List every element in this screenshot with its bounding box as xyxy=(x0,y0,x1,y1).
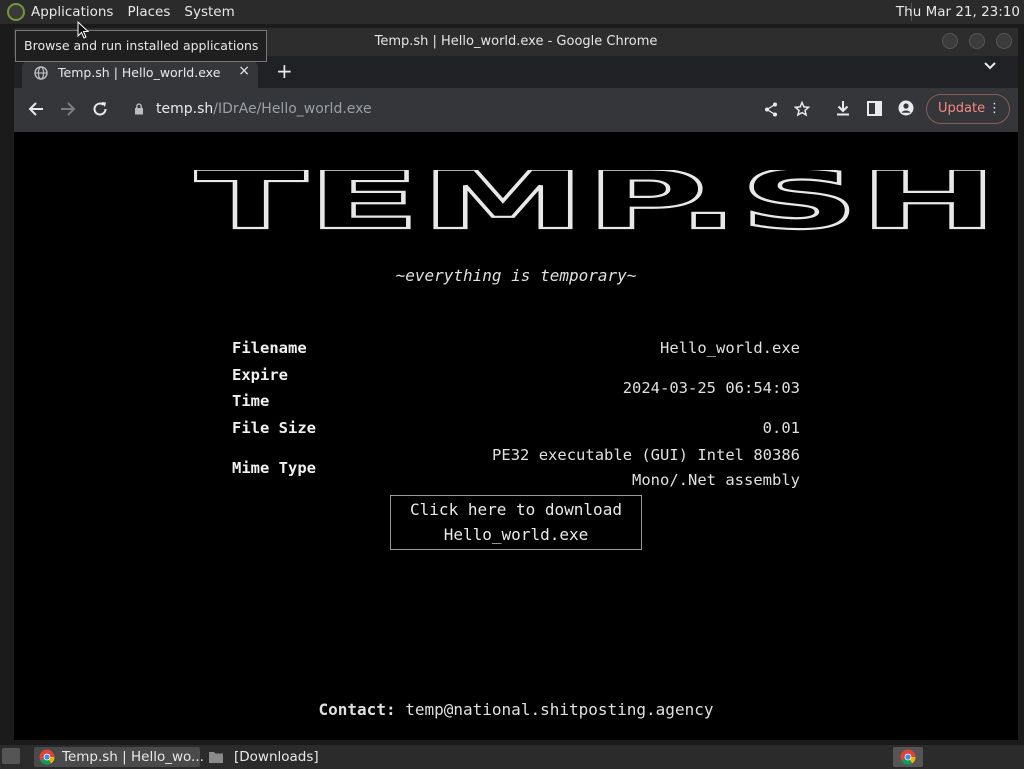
tab-close-icon[interactable]: × xyxy=(238,63,250,79)
minimize-button[interactable] xyxy=(942,33,958,49)
side-panel-icon[interactable] xyxy=(867,101,882,116)
temp-sh-logo: TEMP.SH xyxy=(194,170,999,232)
profile-icon[interactable] xyxy=(898,100,914,116)
expire-label-time: Time xyxy=(232,392,270,410)
expire-value: 2024-03-25 06:54:03 xyxy=(622,379,800,397)
download-line2: Hello_world.exe xyxy=(443,525,589,544)
url-path: /IDrAe/Hello_world.exe xyxy=(213,101,372,117)
share-icon[interactable] xyxy=(764,102,778,117)
new-tab-button[interactable]: + xyxy=(276,59,293,83)
back-arrow-icon[interactable] xyxy=(28,101,44,117)
tray-chrome-icon[interactable] xyxy=(893,747,923,767)
contact-label: Contact: xyxy=(318,700,396,719)
forward-arrow-icon[interactable] xyxy=(60,101,76,117)
applications-menu[interactable]: Applications xyxy=(31,4,113,20)
mate-logo-icon[interactable] xyxy=(7,3,25,21)
applications-tooltip: Browse and run installed applications xyxy=(15,30,268,62)
menu-dots-icon[interactable]: ⋮ xyxy=(988,95,1001,123)
taskbar: Temp.sh | Hello_wo... [Downloads] xyxy=(0,744,1024,769)
chrome-icon xyxy=(900,749,916,765)
chrome-icon xyxy=(39,749,55,765)
tab-search-chevron-icon[interactable] xyxy=(984,62,996,70)
tagline: ~everything is temporary~ xyxy=(395,266,637,285)
bookmark-star-icon[interactable] xyxy=(794,101,810,117)
svg-text:TEMP.SH: TEMP.SH xyxy=(194,170,998,232)
filesize-label: File Size xyxy=(232,419,316,437)
download-icon[interactable] xyxy=(835,100,851,117)
page-content: TEMP.SH ~everything is temporary~ Filena… xyxy=(14,132,1018,740)
reload-icon[interactable] xyxy=(92,101,108,117)
taskbar-item-downloads[interactable]: [Downloads] xyxy=(206,747,370,767)
url-text: temp.sh/IDrAe/Hello_world.exe xyxy=(156,101,372,117)
filename-label: Filename xyxy=(232,339,307,357)
download-line1: Click here to download xyxy=(410,500,622,519)
expire-label: Expire xyxy=(232,366,288,384)
taskbar-downloads-label: [Downloads] xyxy=(234,749,319,765)
chrome-window: Temp.sh | Hello_world.exe - Google Chrom… xyxy=(14,28,1018,740)
clock[interactable]: Thu Mar 21, 23:10 xyxy=(896,4,1020,20)
browser-toolbar: temp.sh/IDrAe/Hello_world.exe Update ⋮ xyxy=(14,88,1018,132)
tab-temp-sh[interactable]: Temp.sh | Hello_world.exe × xyxy=(22,60,258,88)
lock-icon[interactable] xyxy=(134,103,144,115)
tab-title: Temp.sh | Hello_world.exe xyxy=(58,65,221,80)
mimetype-value-line2: Mono/.Net assembly xyxy=(632,471,800,489)
show-desktop-icon[interactable] xyxy=(2,748,20,764)
mimetype-label: Mime Type xyxy=(232,459,316,477)
globe-icon xyxy=(34,66,48,80)
maximize-button[interactable] xyxy=(969,33,985,49)
update-button[interactable]: Update ⋮ xyxy=(926,94,1010,124)
filesize-value: 0.01 xyxy=(762,419,800,437)
folder-icon xyxy=(209,752,223,763)
filename-value: Hello_world.exe xyxy=(660,339,800,357)
mimetype-value: PE32 executable (GUI) Intel 80386 xyxy=(492,446,800,464)
contact-line: Contact: temp@national.shitposting.agenc… xyxy=(14,700,1018,719)
url-host: temp.sh xyxy=(156,101,214,117)
download-button[interactable]: Click here to download Hello_world.exe xyxy=(390,495,642,550)
close-window-button[interactable] xyxy=(996,33,1012,49)
contact-email[interactable]: temp@national.shitposting.agency xyxy=(405,700,713,719)
top-panel: Applications Places System Thu Mar 21, 2… xyxy=(0,0,1024,25)
taskbar-item-chrome[interactable]: Temp.sh | Hello_wo... xyxy=(34,747,204,767)
taskbar-chrome-label: Temp.sh | Hello_wo... xyxy=(62,749,204,765)
mouse-cursor-icon xyxy=(77,21,89,39)
places-menu[interactable]: Places xyxy=(127,4,170,20)
system-menu[interactable]: System xyxy=(184,4,234,20)
update-label: Update xyxy=(938,101,986,116)
